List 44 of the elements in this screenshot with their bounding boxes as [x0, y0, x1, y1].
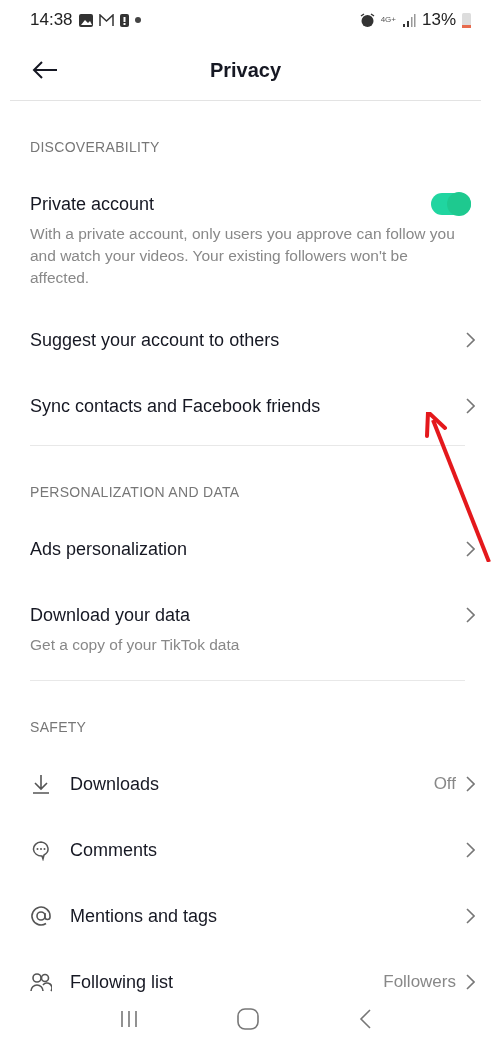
status-time: 14:38	[30, 10, 73, 30]
chevron-icon	[466, 332, 475, 348]
setting-description: With a private account, only users you approve can follow you and watch your videos. Your existing followers won't be affected.	[30, 224, 456, 288]
comment-icon	[30, 839, 52, 861]
download-icon	[30, 773, 52, 795]
setting-label[interactable]: Suggest your account to others	[30, 329, 448, 351]
chevron-icon	[466, 974, 475, 990]
people-icon	[30, 971, 52, 993]
alarm-icon	[359, 12, 375, 28]
battery-icon	[462, 12, 471, 28]
setting-label[interactable]: Sync contacts and Facebook friends	[30, 395, 448, 417]
chevron-icon	[466, 541, 475, 557]
chevron-icon	[466, 842, 475, 858]
setting-label[interactable]: Private account	[30, 193, 413, 215]
setting-label[interactable]: Comments	[70, 839, 448, 861]
at-sign-icon	[30, 905, 52, 927]
back-icon[interactable]	[359, 1009, 372, 1029]
network-type: 4G+	[380, 16, 396, 24]
chevron-icon	[466, 398, 475, 414]
chevron-icon	[466, 776, 475, 792]
battery-percent: 13%	[421, 10, 456, 30]
setting-label[interactable]: Ads personalization	[30, 538, 448, 560]
recent-apps-icon[interactable]	[119, 1010, 138, 1028]
signal-icon	[401, 13, 416, 27]
setting-description: Get a copy of your TikTok data	[30, 635, 241, 655]
dot-icon	[134, 17, 141, 23]
section-header: PERSONALIZATION AND DATA	[30, 483, 241, 502]
chevron-icon	[466, 607, 475, 623]
setting-value: Followers	[383, 972, 456, 992]
setting-label[interactable]: Downloads	[70, 773, 416, 795]
setting-label[interactable]: Mentions and tags	[70, 905, 448, 927]
back-button[interactable]	[32, 60, 58, 80]
home-icon[interactable]	[237, 1008, 260, 1030]
setting-value: Off	[433, 774, 456, 794]
page-title: Privacy	[209, 58, 282, 82]
image-icon	[78, 13, 93, 27]
section-header: SAFETY	[30, 718, 88, 737]
mail-icon	[98, 13, 114, 27]
setting-label[interactable]: Download your data	[30, 604, 448, 626]
toggle-switch[interactable]	[431, 193, 471, 215]
section-header: DISCOVERABILITY	[30, 138, 161, 157]
battery-alert-icon	[119, 13, 129, 27]
setting-label[interactable]: Following list	[70, 971, 366, 993]
chevron-icon	[466, 908, 475, 924]
